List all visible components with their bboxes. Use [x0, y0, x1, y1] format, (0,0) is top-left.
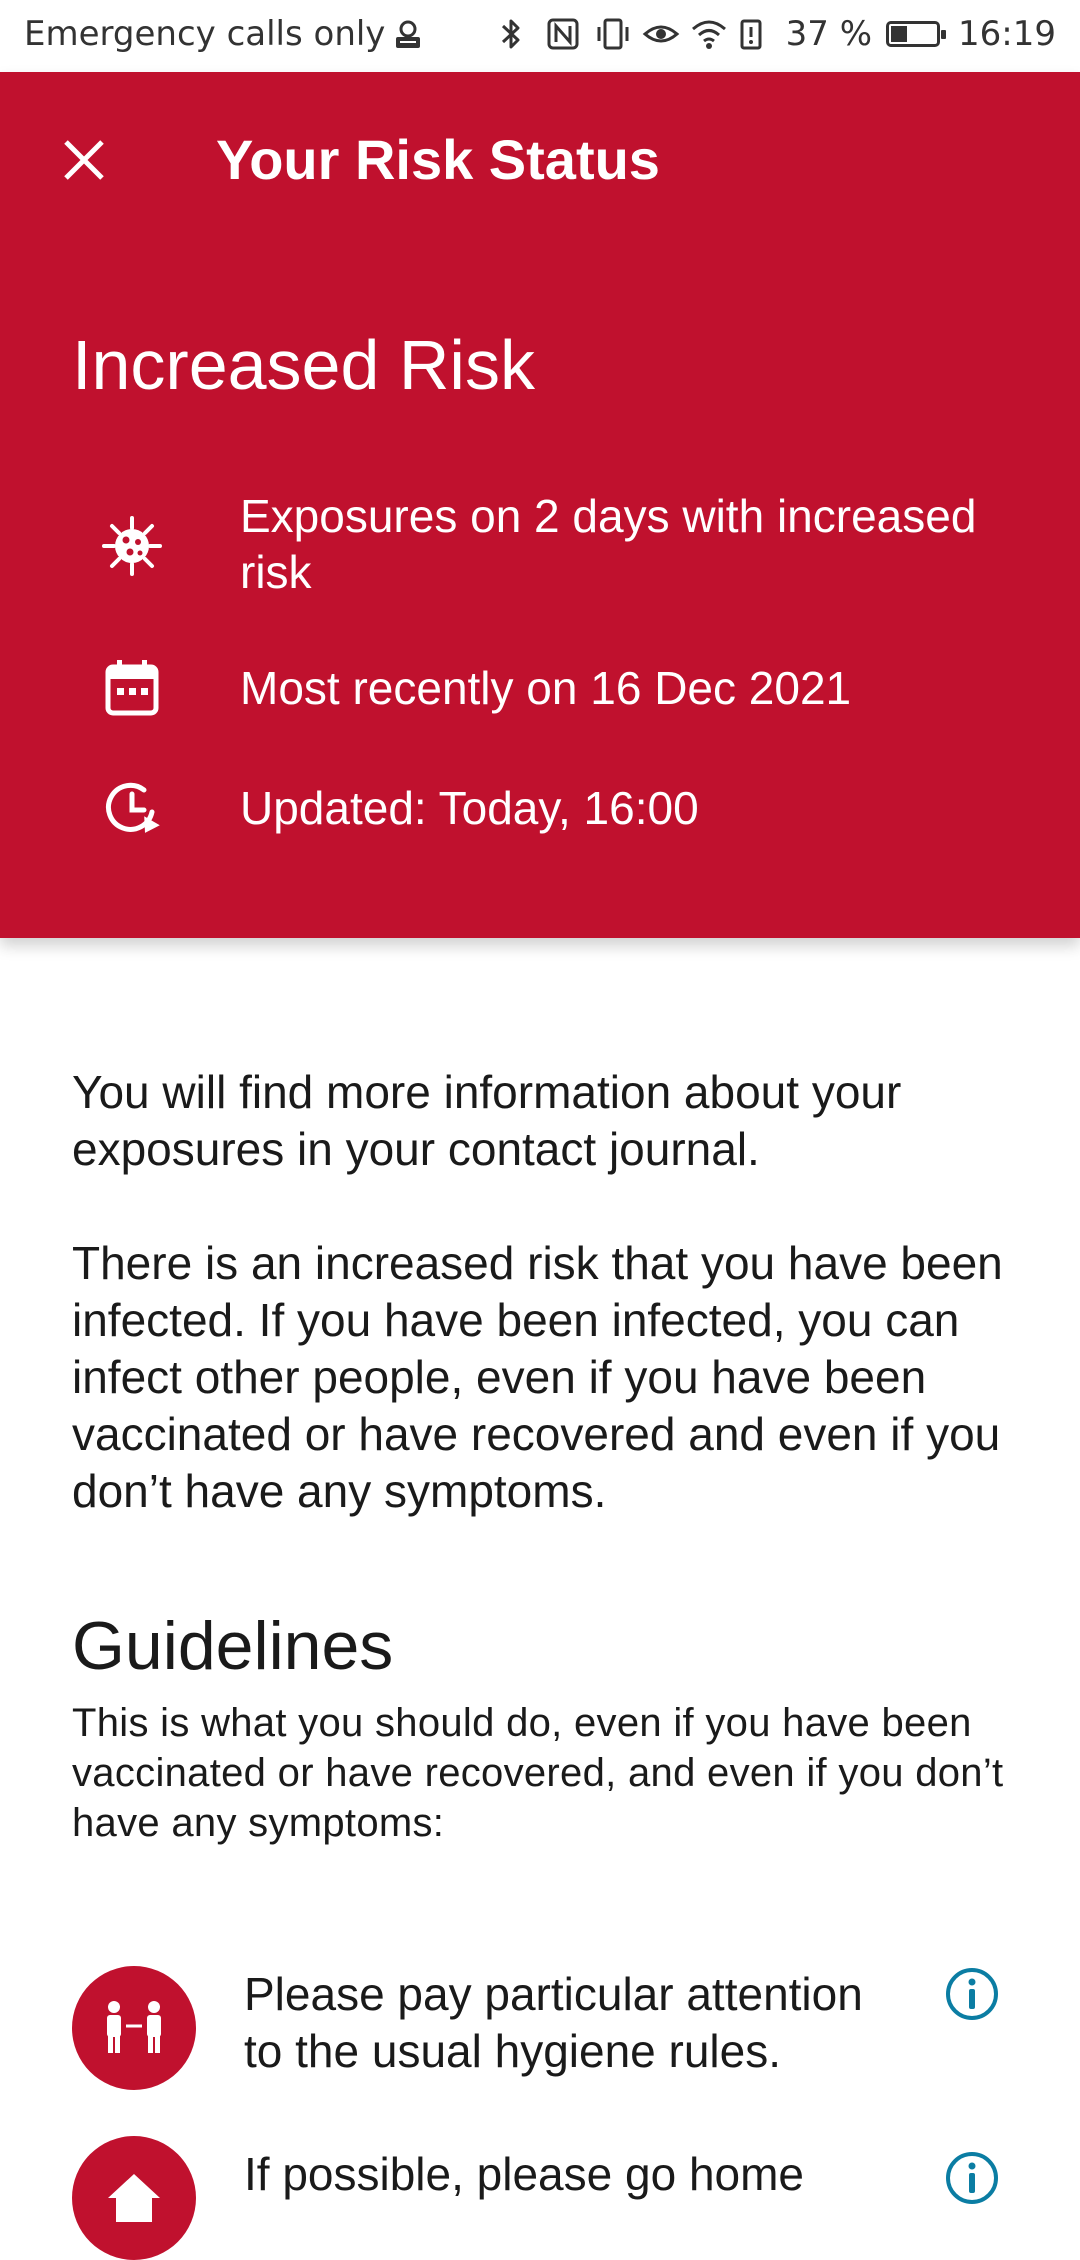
- info-icon[interactable]: [944, 2150, 1000, 2206]
- bluetooth-icon: [498, 17, 532, 51]
- nfc-icon: [546, 17, 580, 51]
- guideline-text: Please pay particular attention to the u…: [244, 1968, 863, 2077]
- calendar-icon: [98, 654, 166, 722]
- close-button[interactable]: [52, 128, 116, 192]
- risk-status-header: Your Risk Status Increased Risk Exposure…: [0, 72, 1080, 938]
- most-recent-text: Most recently on 16 Dec 2021: [240, 662, 852, 714]
- battery-icon: [886, 21, 947, 47]
- exposures-text: Exposures on 2 days with increased risk: [240, 490, 977, 598]
- vibrate-icon: [594, 17, 629, 51]
- page-title: Your Risk Status: [216, 128, 660, 191]
- guidelines-subtitle: This is what you should do, even if you …: [72, 1701, 1004, 1845]
- risk-explanation-paragraph: There is an increased risk that you have…: [72, 1237, 1003, 1517]
- status-bar: Emergency calls only 37 % 16:19: [0, 0, 1080, 72]
- update-clock-icon: [98, 774, 166, 842]
- battery-percent: 37 %: [785, 14, 873, 54]
- privacy-icon: [391, 17, 425, 51]
- clock-time: 16:19: [958, 14, 1056, 54]
- journal-info-paragraph: You will find more information about you…: [72, 1066, 902, 1175]
- carrier-text: Emergency calls only: [24, 14, 386, 54]
- distance-people-icon: [72, 1966, 196, 2090]
- eye-comfort-icon: [642, 17, 679, 51]
- virus-icon: [98, 512, 166, 580]
- info-icon[interactable]: [944, 1966, 1000, 2022]
- guideline-text: If possible, please go home: [244, 2148, 805, 2200]
- close-icon: [64, 140, 104, 180]
- battery-alert-icon: [738, 17, 772, 51]
- wifi-icon: [690, 17, 726, 51]
- updated-text: Updated: Today, 16:00: [240, 782, 699, 834]
- guidelines-heading: Guidelines: [72, 1608, 394, 1684]
- home-icon: [72, 2136, 196, 2260]
- risk-level-title: Increased Risk: [72, 326, 535, 404]
